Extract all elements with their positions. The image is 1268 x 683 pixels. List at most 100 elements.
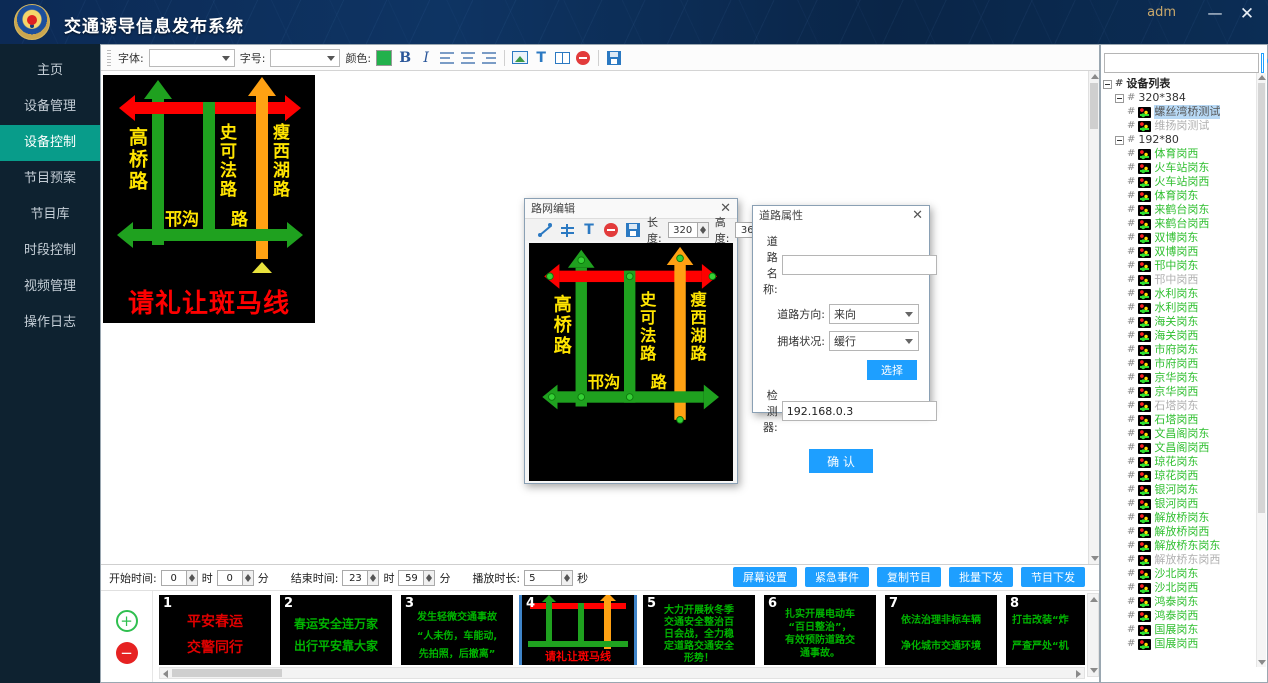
device-tree-row[interactable]: # 解放桥岗西 bbox=[1103, 525, 1267, 539]
sidebar-item[interactable]: 设备管理 bbox=[0, 89, 100, 125]
device-tree-row[interactable]: # 水利岗东 bbox=[1103, 287, 1267, 301]
device-tree-row[interactable]: # 国展岗东 bbox=[1103, 623, 1267, 637]
playlist-thumbnail[interactable]: 1 平安春运 交警同行 bbox=[159, 595, 271, 665]
road-handle[interactable] bbox=[676, 255, 684, 263]
road-handle[interactable] bbox=[709, 273, 717, 281]
playlist-thumbnail-selected[interactable]: 4 请礼让斑马线 bbox=[522, 595, 634, 665]
playlist-thumbnail[interactable]: 5 大力开展秋冬季 交通安全整治百 日会战，全力稳 定道路交通安全 形势！ bbox=[643, 595, 755, 665]
add-text-button[interactable]: T bbox=[581, 221, 597, 239]
sidebar-item[interactable]: 节目库 bbox=[0, 197, 100, 233]
road-handle[interactable] bbox=[626, 273, 634, 281]
device-tree-row[interactable]: # 海关岗东 bbox=[1103, 315, 1267, 329]
tree-vertical-scrollbar[interactable] bbox=[1256, 73, 1266, 667]
save-button[interactable] bbox=[606, 49, 622, 67]
scrollbar-thumb[interactable] bbox=[1258, 83, 1265, 513]
duration-stepper[interactable] bbox=[562, 570, 573, 586]
draw-road-button[interactable] bbox=[537, 221, 553, 239]
device-tree-row[interactable]: # 邗中岗东 bbox=[1103, 259, 1267, 273]
device-tree-row[interactable]: # 银河岗西 bbox=[1103, 497, 1267, 511]
close-icon[interactable]: ✕ bbox=[912, 206, 923, 226]
detector-input[interactable] bbox=[782, 401, 937, 421]
dialog-titlebar[interactable]: 路网编辑 ✕ bbox=[525, 199, 737, 219]
action-button[interactable]: 批量下发 bbox=[949, 567, 1013, 587]
sidebar-item[interactable]: 操作日志 bbox=[0, 305, 100, 341]
scroll-up-icon[interactable] bbox=[1091, 74, 1099, 79]
scroll-down-icon[interactable] bbox=[1258, 660, 1266, 665]
sidebar-item[interactable]: 时段控制 bbox=[0, 233, 100, 269]
delete-button[interactable] bbox=[575, 49, 591, 67]
device-tree-row[interactable]: # 文昌阁岗东 bbox=[1103, 427, 1267, 441]
device-tree-row[interactable]: # 解放桥东岗西 bbox=[1103, 553, 1267, 567]
road-network-canvas[interactable]: 高桥路 史可法路 瘦西湖路 邗沟 路 bbox=[529, 243, 733, 481]
font-size-select[interactable] bbox=[270, 49, 340, 67]
device-tree-row[interactable]: # 192*80 bbox=[1103, 133, 1267, 147]
align-left-button[interactable] bbox=[439, 49, 455, 67]
road-handle[interactable] bbox=[548, 393, 556, 401]
scroll-up-icon[interactable] bbox=[1258, 75, 1266, 80]
remove-item-button[interactable]: − bbox=[116, 642, 138, 664]
color-swatch[interactable] bbox=[376, 50, 392, 66]
add-item-button[interactable]: + bbox=[116, 610, 138, 632]
device-tree-row[interactable]: # 双博岗西 bbox=[1103, 245, 1267, 259]
search-button[interactable] bbox=[1261, 53, 1264, 73]
device-tree-row[interactable]: # 火车站岗西 bbox=[1103, 175, 1267, 189]
scrollbar-thumb[interactable] bbox=[172, 669, 282, 677]
device-tree-row[interactable]: # 市府岗西 bbox=[1103, 357, 1267, 371]
scroll-right-icon[interactable] bbox=[1076, 670, 1081, 678]
action-button[interactable]: 屏幕设置 bbox=[733, 567, 797, 587]
end-minute-stepper[interactable] bbox=[424, 570, 435, 586]
align-right-button[interactable] bbox=[481, 49, 497, 67]
playlist-thumbnail[interactable]: 2 春运安全连万家 出行平安靠大家 bbox=[280, 595, 392, 665]
road-handle[interactable] bbox=[626, 393, 634, 401]
end-minute-input[interactable]: 59 bbox=[398, 570, 424, 586]
device-tree-row[interactable]: # 石塔岗东 bbox=[1103, 399, 1267, 413]
font-select[interactable] bbox=[149, 49, 235, 67]
canvas-vertical-scrollbar[interactable] bbox=[1088, 71, 1099, 564]
device-tree-row[interactable]: # 维扬岗测试 bbox=[1103, 119, 1267, 133]
action-button[interactable]: 紧急事件 bbox=[805, 567, 869, 587]
road-direction-select[interactable]: 来向 bbox=[829, 304, 919, 324]
end-hour-stepper[interactable] bbox=[368, 570, 379, 586]
close-icon[interactable]: ✕ bbox=[1236, 4, 1258, 24]
start-minute-input[interactable]: 0 bbox=[217, 570, 243, 586]
device-tree-row[interactable]: # 石塔岗西 bbox=[1103, 413, 1267, 427]
start-minute-stepper[interactable] bbox=[243, 570, 254, 586]
tree-collapse-icon[interactable] bbox=[1103, 80, 1112, 89]
road-handle[interactable] bbox=[577, 256, 585, 264]
duration-input[interactable]: 5 bbox=[524, 570, 562, 586]
device-tree-row[interactable]: # 海关岗西 bbox=[1103, 329, 1267, 343]
sidebar-item[interactable]: 主页 bbox=[0, 53, 100, 89]
device-tree-row[interactable]: # 火车站岗东 bbox=[1103, 161, 1267, 175]
congestion-select[interactable]: 缓行 bbox=[829, 331, 919, 351]
length-input[interactable]: 320 bbox=[668, 222, 698, 238]
tree-collapse-icon[interactable] bbox=[1115, 136, 1124, 145]
start-hour-input[interactable]: 0 bbox=[161, 570, 187, 586]
bold-button[interactable]: B bbox=[397, 49, 413, 67]
road-name-input[interactable] bbox=[782, 255, 937, 275]
action-button[interactable]: 节目下发 bbox=[1021, 567, 1085, 587]
device-tree-row[interactable]: # 双博岗东 bbox=[1103, 231, 1267, 245]
end-hour-input[interactable]: 23 bbox=[342, 570, 368, 586]
scrollbar-thumb[interactable] bbox=[1090, 83, 1098, 129]
playlist-thumbnail[interactable]: 8 打击改装“炸 严查严处“机 bbox=[1006, 595, 1085, 665]
device-tree-row[interactable]: # 设备列表 bbox=[1103, 77, 1267, 91]
device-tree-row[interactable]: # 琼花岗西 bbox=[1103, 469, 1267, 483]
scroll-down-icon[interactable] bbox=[1091, 556, 1099, 561]
start-hour-stepper[interactable] bbox=[187, 570, 198, 586]
thumbnails-vertical-scrollbar[interactable] bbox=[1087, 593, 1099, 677]
insert-image-button[interactable] bbox=[512, 49, 528, 67]
road-bar-middle[interactable] bbox=[624, 271, 635, 403]
confirm-button[interactable]: 确 认 bbox=[809, 449, 873, 473]
scroll-up-icon[interactable] bbox=[1090, 597, 1098, 602]
device-tree-row[interactable]: # 琼花岗东 bbox=[1103, 455, 1267, 469]
sidebar-item[interactable]: 视频管理 bbox=[0, 269, 100, 305]
delete-road-button[interactable] bbox=[603, 221, 619, 239]
device-tree-row[interactable]: # 来鹤台岗东 bbox=[1103, 203, 1267, 217]
action-button[interactable]: 复制节目 bbox=[877, 567, 941, 587]
playlist-thumbnail[interactable]: 3 发生轻微交通事故 “人未伤，车能动, 先拍照，后撤离” bbox=[401, 595, 513, 665]
device-tree-row[interactable]: # 来鹤台岗西 bbox=[1103, 217, 1267, 231]
device-tree-row[interactable]: # 螺丝湾桥测试 bbox=[1103, 105, 1267, 119]
sidebar-item[interactable]: 节目预案 bbox=[0, 161, 100, 197]
device-tree-row[interactable]: # 鸿泰岗东 bbox=[1103, 595, 1267, 609]
thumbnails-horizontal-scrollbar[interactable] bbox=[159, 667, 1085, 679]
